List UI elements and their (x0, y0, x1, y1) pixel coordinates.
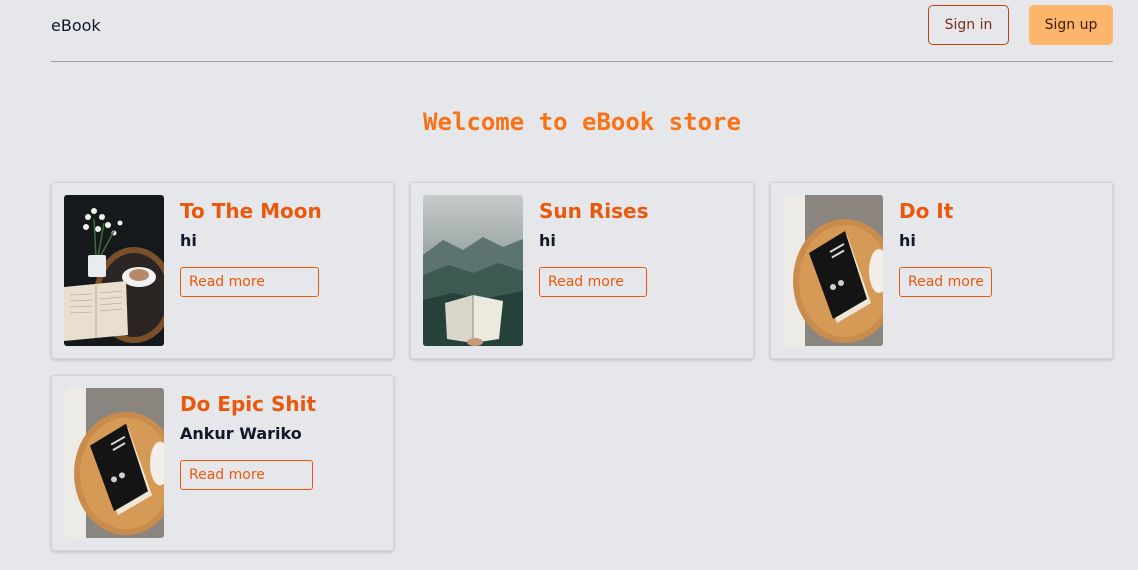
book-card: To The Moon hi Read more (51, 182, 394, 359)
sign-up-button[interactable]: Sign up (1029, 5, 1113, 45)
book-card: Do It hi Read more (770, 182, 1113, 359)
header: eBook Sign in Sign up (51, 0, 1113, 62)
page: eBook Sign in Sign up Welcome to eBook s… (0, 0, 1138, 570)
book-author: hi (180, 231, 197, 250)
brand-logo-text[interactable]: eBook (51, 16, 101, 35)
book-author: hi (539, 231, 556, 250)
book-cover-art (783, 195, 883, 346)
book-author: hi (899, 231, 916, 250)
book-card: Do Epic Shit Ankur Wariko Read more (51, 375, 394, 551)
read-more-button[interactable]: Read more (899, 267, 992, 297)
book-title[interactable]: Do Epic Shit (180, 392, 316, 416)
read-more-button[interactable]: Read more (180, 267, 319, 297)
book-cover-art (64, 388, 164, 538)
book-card: Sun Rises hi Read more (410, 182, 754, 359)
read-more-button[interactable]: Read more (180, 460, 313, 490)
book-author: Ankur Wariko (180, 424, 302, 443)
read-more-button[interactable]: Read more (539, 267, 647, 297)
book-title[interactable]: Do It (899, 199, 953, 223)
book-cover-image[interactable] (783, 195, 883, 346)
sign-in-button[interactable]: Sign in (928, 5, 1009, 45)
book-cover-art (64, 195, 164, 346)
book-title[interactable]: To The Moon (180, 199, 322, 223)
book-cover-image[interactable] (64, 388, 164, 538)
book-title[interactable]: Sun Rises (539, 199, 648, 223)
page-title: Welcome to eBook store (423, 108, 741, 136)
book-cover-image[interactable] (64, 195, 164, 346)
book-cover-image[interactable] (423, 195, 523, 346)
book-cover-art (423, 195, 523, 346)
